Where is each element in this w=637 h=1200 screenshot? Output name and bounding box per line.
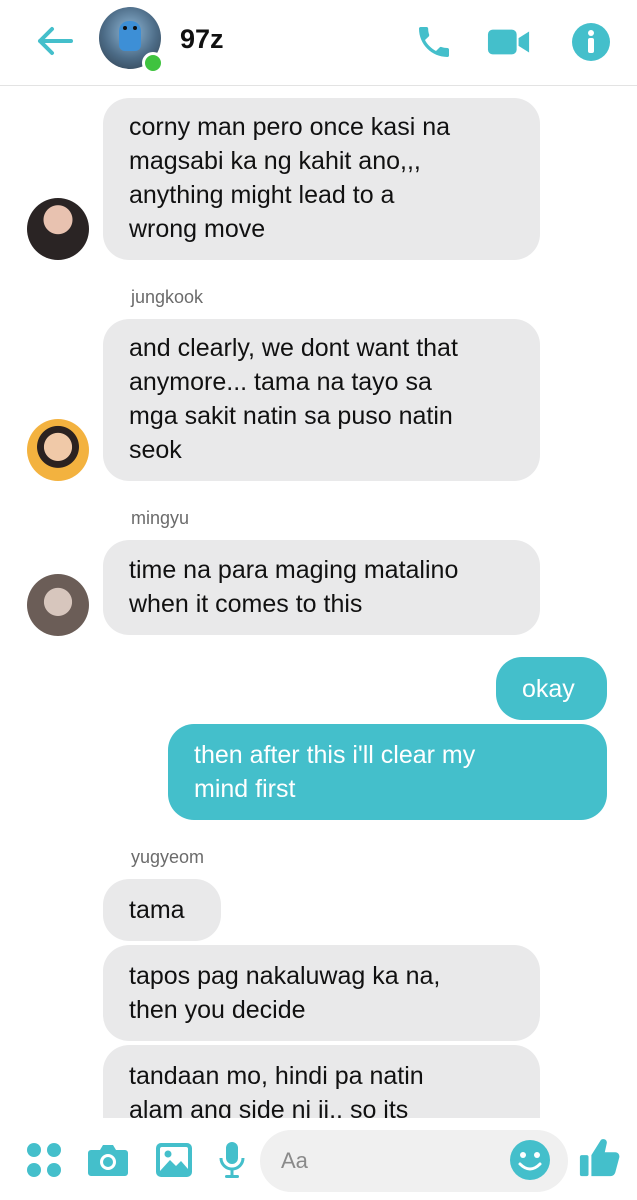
message-bubble[interactable]: tandaan mo, hindi pa natin alam ang side…	[103, 1045, 540, 1118]
message-bubble-outgoing[interactable]: okay	[496, 657, 607, 720]
message-line: wrong move	[129, 215, 266, 243]
camera-button[interactable]	[86, 1138, 130, 1182]
message-line: okay	[522, 675, 575, 703]
avatar[interactable]	[27, 198, 89, 260]
more-actions-button[interactable]	[22, 1138, 66, 1182]
back-arrow-icon	[38, 27, 73, 55]
voice-record-button[interactable]	[210, 1138, 254, 1182]
message-line: anymore... tama na tayo sa	[129, 368, 432, 396]
message-line: then after this i'll clear my	[194, 741, 476, 769]
sender-name: mingyu	[131, 508, 190, 528]
message-bubble[interactable]: time na para maging matalino when it com…	[103, 540, 540, 635]
sender-name: yugyeom	[131, 847, 205, 867]
message-line: mga sakit natin sa puso natin	[129, 402, 453, 430]
video-call-button[interactable]	[487, 20, 531, 64]
message-bubble[interactable]: corny man pero once kasi na magsabi ka n…	[103, 98, 540, 260]
sender-name: jungkook	[131, 287, 204, 307]
message-line: when it comes to this	[129, 590, 363, 618]
info-button[interactable]	[569, 20, 613, 64]
avatar[interactable]	[27, 574, 89, 636]
message-line: mind first	[194, 775, 296, 803]
online-status-dot	[142, 52, 164, 74]
message-line: tandaan mo, hindi pa natin	[129, 1062, 424, 1090]
message-bubble-outgoing[interactable]: then after this i'll clear my mind first	[168, 724, 607, 820]
call-button[interactable]	[412, 20, 456, 64]
message-line: time na para maging matalino	[129, 556, 459, 584]
message-bubble[interactable]: tama	[103, 879, 221, 941]
message-line: alam ang side ni ji.. so its	[129, 1096, 409, 1118]
message-line: and clearly, we dont want that	[129, 334, 458, 362]
thumbs-up-icon	[579, 1139, 620, 1177]
chat-header: 97z	[0, 0, 637, 86]
message-line: tama	[129, 896, 185, 924]
back-button[interactable]	[34, 20, 76, 62]
gallery-button[interactable]	[152, 1138, 196, 1182]
phone-icon	[419, 27, 449, 57]
message-line: then you decide	[129, 996, 306, 1024]
message-list[interactable]: corny man pero once kasi na magsabi ka n…	[0, 87, 637, 1118]
info-icon	[572, 23, 610, 61]
four-dots-icon	[27, 1143, 61, 1177]
message-line: magsabi ka ng kahit ano,,,	[129, 147, 421, 175]
message-line: seok	[129, 436, 182, 464]
avatar[interactable]	[27, 419, 89, 481]
conversation-title[interactable]: 97z	[180, 24, 224, 55]
emoji-button[interactable]	[508, 1138, 552, 1182]
message-line: anything might lead to a	[129, 181, 395, 209]
message-input-placeholder: Aa	[281, 1148, 308, 1173]
message-line: tapos pag nakaluwag ka na,	[129, 962, 441, 990]
message-bubble[interactable]: and clearly, we dont want that anymore..…	[103, 319, 540, 481]
message-line: corny man pero once kasi na	[129, 113, 451, 141]
video-camera-icon	[487, 29, 530, 55]
like-button[interactable]	[578, 1136, 622, 1180]
message-bubble[interactable]: tapos pag nakaluwag ka na, then you deci…	[103, 945, 540, 1041]
smiley-icon	[510, 1140, 550, 1180]
image-icon	[156, 1143, 192, 1177]
microphone-icon	[219, 1142, 245, 1178]
camera-icon	[88, 1145, 128, 1176]
